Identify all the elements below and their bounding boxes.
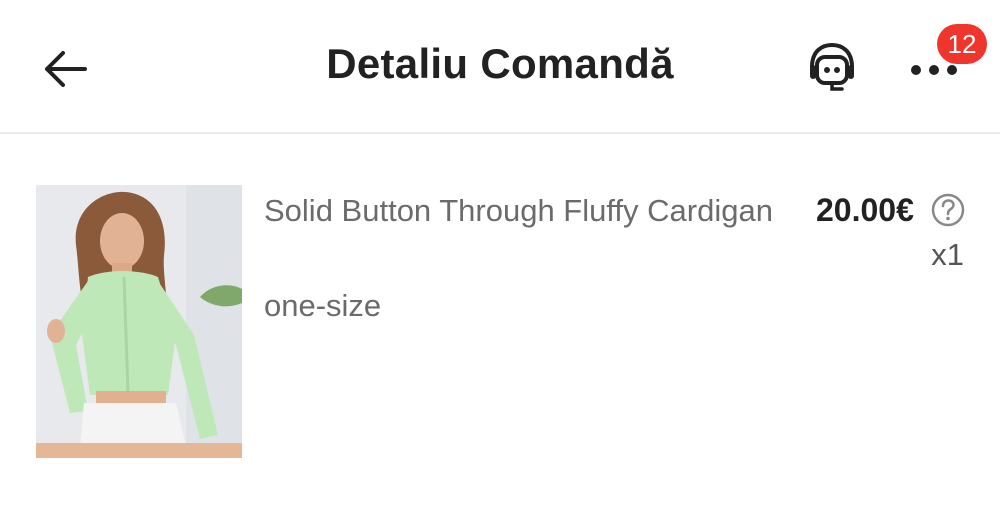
- product-image[interactable]: [36, 185, 242, 458]
- product-size: one-size: [264, 288, 382, 323]
- product-photo-icon: [36, 185, 242, 458]
- order-detail-screen: Detaliu Comandă 12 Solid Button Through …: [0, 0, 1000, 516]
- order-item[interactable]: Solid Button Through Fluffy Cardigan one…: [0, 136, 1000, 516]
- notification-badge: 12: [937, 24, 987, 64]
- product-price: 20.00€: [816, 192, 914, 228]
- product-name[interactable]: Solid Button Through Fluffy Cardigan: [264, 192, 784, 230]
- top-bar: Detaliu Comandă 12: [0, 0, 1000, 134]
- question-circle-icon[interactable]: [931, 193, 965, 227]
- customer-support-button[interactable]: [800, 40, 864, 98]
- robot-headset-icon: [810, 42, 854, 91]
- product-quantity: x1: [931, 237, 964, 272]
